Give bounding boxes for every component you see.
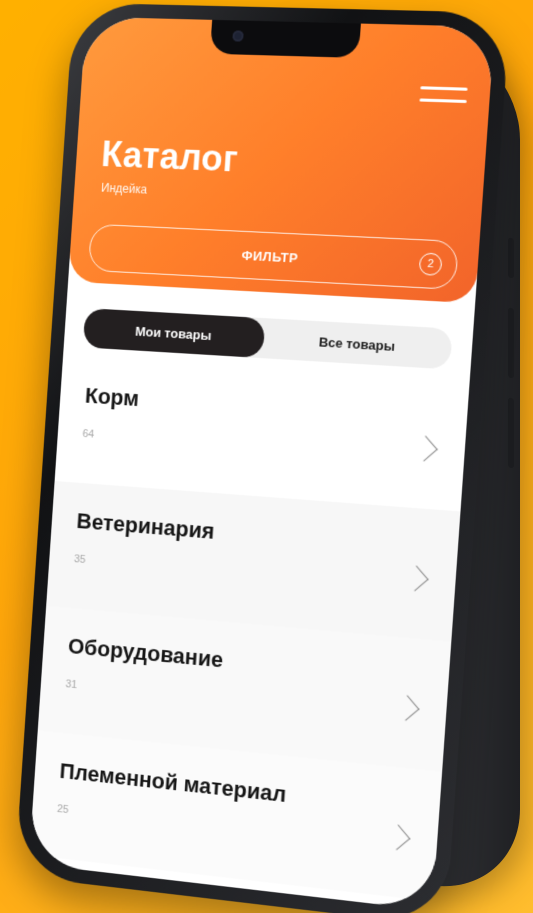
filter-count-badge: 2: [418, 252, 443, 276]
filter-label: ФИЛЬТР: [241, 247, 299, 266]
category-count: 64: [82, 427, 95, 441]
phone-device: Каталог Индейка ФИЛЬТР 2 Мои товары Все …: [14, 2, 511, 913]
category-title: Корм: [84, 382, 140, 412]
tab-all-goods[interactable]: Все товары: [263, 318, 453, 369]
catalog-header: Каталог Индейка ФИЛЬТР 2: [68, 16, 495, 304]
filter-button[interactable]: ФИЛЬТР 2: [87, 223, 459, 290]
hamburger-menu-icon[interactable]: [419, 84, 468, 106]
volume-up-button: [508, 307, 514, 379]
category-count: 35: [73, 553, 87, 566]
volume-down-button: [508, 397, 514, 469]
front-camera-icon: [232, 30, 244, 42]
tab-my-goods[interactable]: Мои товары: [82, 308, 266, 359]
page-title: Каталог: [100, 133, 240, 180]
page-subtitle: Индейка: [100, 180, 148, 197]
category-title: Ветеринария: [75, 508, 216, 544]
side-button: [508, 237, 514, 279]
notch: [209, 19, 361, 58]
app-screen: Каталог Индейка ФИЛЬТР 2 Мои товары Все …: [28, 16, 495, 911]
category-list: Корм 64 Ветеринария 35 Оборудование 31 П…: [29, 356, 469, 902]
